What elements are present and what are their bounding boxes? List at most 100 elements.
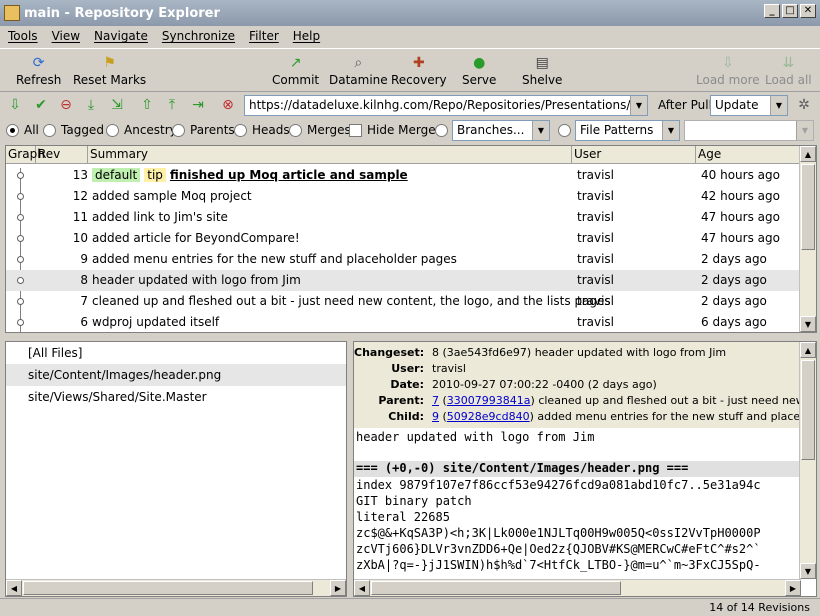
column-summary[interactable]: Summary — [88, 146, 572, 164]
outgoing-icon[interactable]: ⇧ — [138, 96, 156, 114]
age-cell: 40 hours ago — [701, 168, 780, 182]
table-row[interactable]: 13 default tip finished up Moq article and … — [6, 165, 800, 186]
load-all-icon: ⇊ — [782, 55, 795, 71]
file-patterns-combo[interactable]: File Patterns ▼ — [575, 120, 680, 141]
column-age[interactable]: Age — [696, 146, 800, 164]
child-rev-link[interactable]: 9 — [432, 410, 439, 423]
table-row[interactable]: 11 added link to Jim's site travisl 47 hour… — [6, 207, 800, 228]
settings-icon[interactable]: ✲ — [795, 96, 813, 114]
shelve-button[interactable]: ▤ Shelve — [522, 55, 562, 87]
revision-node-icon — [17, 193, 24, 200]
menu-filter[interactable]: Filter — [249, 29, 279, 43]
reject-icon[interactable]: ⊖ — [57, 96, 75, 114]
hide-merges-label: Hide Merges — [367, 123, 442, 137]
load-more-button[interactable]: ⇩ Load more — [696, 55, 760, 87]
menu-navigate[interactable]: Navigate — [94, 29, 148, 43]
age-cell: 42 hours ago — [701, 189, 780, 203]
radio-ancestry[interactable] — [106, 124, 119, 137]
load-all-label: Load all — [765, 73, 812, 87]
scroll-thumb[interactable] — [801, 360, 815, 460]
maximize-button[interactable]: □ — [782, 4, 798, 18]
branches-combo[interactable]: Branches... ▼ — [452, 120, 550, 141]
table-row[interactable]: 6 wdproj updated itself travisl 6 days ago — [6, 312, 800, 332]
parent-hash-link[interactable]: 33007993841a — [447, 394, 531, 407]
table-row[interactable]: 7 cleaned up and fleshed out a bit - just… — [6, 291, 800, 312]
diff-line: GIT binary patch — [356, 494, 472, 508]
child-hash-link[interactable]: 50928e9cd840 — [447, 410, 530, 423]
after-pull-select[interactable]: Update ▼ — [710, 95, 788, 116]
datamine-button[interactable]: ⌕ Datamine — [329, 55, 388, 87]
scroll-thumb[interactable] — [801, 164, 815, 250]
scroll-up-icon[interactable]: ▲ — [800, 146, 816, 162]
table-row[interactable]: 9 added menu entries for the new stuff an… — [6, 249, 800, 270]
menu-synchronize[interactable]: Synchronize — [162, 29, 235, 43]
menu-tools[interactable]: Tools — [8, 29, 38, 43]
radio-heads[interactable] — [234, 124, 247, 137]
table-row[interactable]: 10 added article for BeyondCompare! travis… — [6, 228, 800, 249]
pull-update-icon[interactable]: ⇲ — [108, 96, 126, 114]
radio-tagged-label: Tagged — [61, 123, 104, 137]
radio-parents[interactable] — [172, 124, 185, 137]
commit-button[interactable]: ↗ Commit — [272, 55, 319, 87]
pattern-input[interactable]: ▼ — [684, 120, 814, 141]
refresh-button[interactable]: ⟳ Refresh — [16, 55, 61, 87]
scroll-left-icon[interactable]: ◀ — [354, 580, 370, 596]
hide-merges-checkbox[interactable] — [349, 124, 362, 137]
column-graph[interactable]: Graph — [6, 146, 45, 164]
chevron-down-icon[interactable]: ▼ — [796, 121, 813, 140]
scroll-down-icon[interactable]: ▼ — [800, 316, 816, 332]
grid-vertical-scrollbar[interactable]: ▲ ▼ — [799, 146, 816, 332]
revision-node-icon — [17, 277, 24, 284]
email-icon[interactable]: ⇥ — [189, 96, 207, 114]
pull-icon[interactable]: ⤓ — [82, 96, 100, 114]
chevron-down-icon[interactable]: ▼ — [532, 121, 549, 140]
file-item[interactable]: site/Content/Images/header.png — [6, 364, 346, 386]
incoming-icon[interactable]: ⇩ — [6, 96, 24, 114]
radio-tagged[interactable] — [43, 124, 56, 137]
chevron-down-icon[interactable]: ▼ — [630, 96, 647, 115]
radio-file-patterns[interactable] — [558, 124, 571, 137]
parent-rev-link[interactable]: 7 — [432, 394, 439, 407]
reset-marks-button[interactable]: ⚑ Reset Marks — [73, 55, 146, 87]
close-button[interactable]: ✕ — [800, 4, 816, 18]
diff-file-header: === (+0,-0) site/Content/Images/header.p… — [354, 461, 801, 477]
radio-branches[interactable] — [435, 124, 448, 137]
table-row[interactable]: 8 header updated with logo from Jim travis… — [6, 270, 800, 291]
column-rev[interactable]: Rev — [36, 146, 88, 164]
menu-view[interactable]: View — [52, 29, 80, 43]
scroll-up-icon[interactable]: ▲ — [800, 342, 816, 358]
scroll-thumb[interactable] — [371, 581, 621, 595]
summary-text: wdproj updated itself — [92, 315, 220, 329]
commit-icon: ↗ — [289, 55, 302, 71]
minimize-button[interactable]: _ — [764, 4, 780, 18]
file-list-horizontal-scrollbar[interactable]: ◀ ▶ — [6, 579, 346, 596]
details-vertical-scrollbar[interactable]: ▲ ▼ — [799, 342, 816, 579]
repository-url-combo[interactable]: https://datadeluxe.kilnhg.com/Repo/Repos… — [244, 95, 648, 116]
chevron-down-icon[interactable]: ▼ — [662, 121, 679, 140]
scroll-thumb[interactable] — [23, 581, 313, 595]
file-item[interactable]: [All Files] — [6, 342, 346, 364]
scroll-right-icon[interactable]: ▶ — [785, 580, 801, 596]
details-horizontal-scrollbar[interactable]: ◀ ▶ — [354, 579, 801, 596]
radio-merges[interactable] — [289, 124, 302, 137]
scroll-left-icon[interactable]: ◀ — [6, 580, 22, 596]
chevron-down-icon[interactable]: ▼ — [770, 96, 787, 115]
stop-icon[interactable]: ⊗ — [219, 96, 237, 114]
accept-icon[interactable]: ✔ — [32, 96, 50, 114]
scroll-right-icon[interactable]: ▶ — [330, 580, 346, 596]
user-cell: travisl — [577, 231, 615, 245]
scroll-down-icon[interactable]: ▼ — [800, 563, 816, 579]
radio-all[interactable] — [6, 124, 19, 137]
recovery-button[interactable]: ✚ Recovery — [391, 55, 447, 87]
serve-button[interactable]: ● Serve — [462, 55, 496, 87]
diff-line: zc$@&+KqSA3P)<h;3K|Lk000e1NJLTq00H9w005Q… — [356, 526, 761, 540]
rev-cell: 6 — [80, 315, 88, 329]
title-bar: main - Repository Explorer _ □ ✕ — [0, 0, 820, 26]
menu-help[interactable]: Help — [293, 29, 320, 43]
serve-icon: ● — [473, 55, 486, 71]
column-user[interactable]: User — [572, 146, 696, 164]
table-row[interactable]: 12 added sample Moq project travisl 42 hour… — [6, 186, 800, 207]
push-icon[interactable]: ⤒ — [163, 96, 181, 114]
file-item[interactable]: site/Views/Shared/Site.Master — [6, 386, 346, 408]
load-all-button[interactable]: ⇊ Load all — [765, 55, 812, 87]
